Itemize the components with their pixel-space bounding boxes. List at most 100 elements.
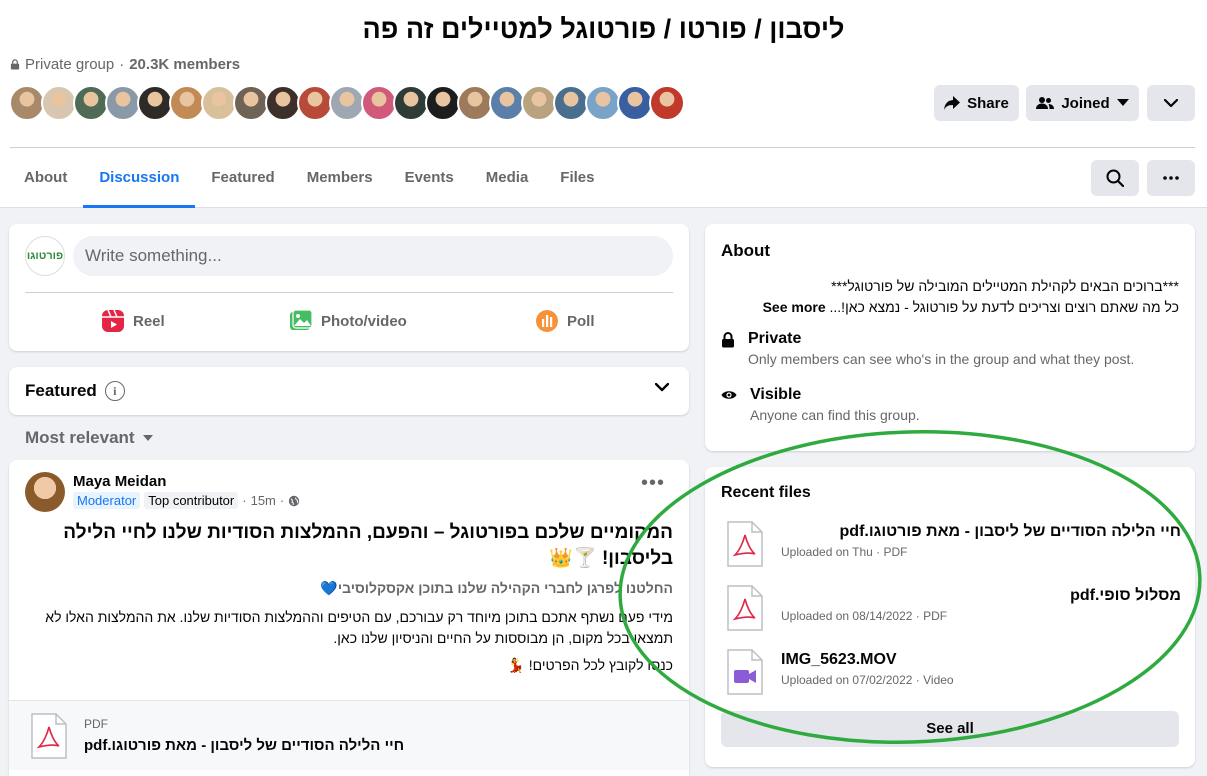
reel-button[interactable]: Reel xyxy=(101,306,165,336)
file-meta: Uploaded on 07/02/2022 · Video xyxy=(781,673,954,687)
share-icon xyxy=(944,96,961,110)
group-header: ליסבון / פורטו / פורטוגל למטיילים זה פה … xyxy=(0,0,1207,208)
photo-icon xyxy=(290,309,313,330)
post-headline: המקומיים שלכם בפורטוגל – והפעם, ההמלצות … xyxy=(63,522,673,569)
collapse-header-button[interactable] xyxy=(1147,85,1195,121)
tab-media[interactable]: Media xyxy=(470,150,545,208)
group-logo[interactable]: פורטוגו xyxy=(25,236,65,276)
see-all-files-button[interactable]: See all xyxy=(721,711,1179,747)
top-contributor-badge[interactable]: Top contributor xyxy=(144,492,239,509)
post-time[interactable]: 15m xyxy=(251,493,276,508)
member-avatar[interactable] xyxy=(73,85,109,121)
author-avatar[interactable] xyxy=(25,472,65,512)
file-name: IMG_5623.MOV xyxy=(781,651,897,668)
about-desc-line-2: כל מה שאתם רוצים וצריכים לדעת על פורטוגל… xyxy=(719,297,1179,318)
search-button[interactable] xyxy=(1091,160,1139,196)
member-avatar[interactable] xyxy=(105,85,141,121)
post-attachment[interactable]: PDF חיי הלילה הסודיים של ליסבון - מאת פו… xyxy=(9,700,689,770)
member-avatar[interactable] xyxy=(425,85,461,121)
member-avatar[interactable] xyxy=(553,85,589,121)
caret-down-icon xyxy=(1116,99,1129,106)
pdf-icon xyxy=(31,713,67,759)
member-avatar[interactable] xyxy=(617,85,653,121)
post-subline: החלטנו לפרגן לחברי הקהילה שלנו בתוכן אקס… xyxy=(320,580,673,596)
post-body: המקומיים שלכם בפורטוגל – והפעם, ההמלצות … xyxy=(39,520,673,674)
member-avatar[interactable] xyxy=(521,85,557,121)
share-button[interactable]: Share xyxy=(934,85,1019,121)
video-icon xyxy=(727,649,763,695)
tab-about[interactable]: About xyxy=(8,150,83,208)
eye-icon xyxy=(721,391,737,399)
member-avatar[interactable] xyxy=(361,85,397,121)
lock-icon xyxy=(722,332,734,348)
member-avatar[interactable] xyxy=(585,85,621,121)
private-title: Private xyxy=(748,330,802,347)
photo-video-label: Photo/video xyxy=(321,312,407,330)
chevron-down-icon xyxy=(1164,98,1178,107)
moderator-badge[interactable]: Moderator xyxy=(73,492,141,509)
search-icon xyxy=(1106,169,1124,187)
reel-label: Reel xyxy=(133,312,165,330)
visibility-row: Visible Anyone can find this group. xyxy=(721,386,920,423)
tab-members[interactable]: Members xyxy=(291,150,389,208)
meta-separator: · xyxy=(119,56,125,73)
attachment-type: PDF xyxy=(84,717,108,731)
member-avatar[interactable] xyxy=(393,85,429,121)
lock-icon xyxy=(10,59,20,70)
recent-files-title: Recent files xyxy=(721,484,811,501)
member-avatar[interactable] xyxy=(137,85,173,121)
member-avatar[interactable] xyxy=(489,85,525,121)
member-avatar[interactable] xyxy=(9,85,45,121)
file-meta: Uploaded on 08/14/2022 · PDF xyxy=(781,609,948,623)
tab-files[interactable]: Files xyxy=(544,150,610,208)
member-count[interactable]: 20.3K members xyxy=(129,56,240,73)
member-avatar[interactable] xyxy=(457,85,493,121)
featured-title: Featured i xyxy=(25,381,125,401)
member-avatar[interactable] xyxy=(41,85,77,121)
member-avatar[interactable] xyxy=(201,85,237,121)
member-avatar[interactable] xyxy=(649,85,685,121)
group-tabs: About Discussion Featured Members Events Medi… xyxy=(8,150,610,208)
post-more-options[interactable]: ••• xyxy=(641,473,665,493)
poll-button[interactable]: Poll xyxy=(535,306,595,336)
ellipsis-icon xyxy=(1163,176,1179,180)
post-author[interactable]: Maya Meidan xyxy=(73,473,166,490)
member-avatar[interactable] xyxy=(265,85,301,121)
write-something-input[interactable]: Write something... xyxy=(73,236,673,276)
file-item[interactable]: חיי הלילה הסודיים של ליסבון - מאת פורטוג… xyxy=(721,519,1181,571)
group-title[interactable]: ליסבון / פורטו / פורטוגל למטיילים זה פה xyxy=(0,14,1207,45)
caret-down-icon xyxy=(142,435,153,441)
sort-label: Most relevant xyxy=(25,428,135,447)
chevron-down-icon[interactable] xyxy=(655,383,669,392)
file-name: מסלול סופי.pdf xyxy=(1070,587,1181,604)
visible-title: Visible xyxy=(750,386,802,403)
pdf-icon xyxy=(727,585,763,631)
member-avatars[interactable] xyxy=(9,85,685,121)
member-avatar[interactable] xyxy=(233,85,269,121)
member-avatar[interactable] xyxy=(169,85,205,121)
photo-video-button[interactable]: Photo/video xyxy=(289,306,407,336)
member-avatar[interactable] xyxy=(297,85,333,121)
visible-description: Anyone can find this group. xyxy=(750,407,920,423)
member-avatar[interactable] xyxy=(329,85,365,121)
more-options-button[interactable] xyxy=(1147,160,1195,196)
author-badges: Moderator Top contributor · 15m · xyxy=(73,492,300,509)
tab-featured[interactable]: Featured xyxy=(195,150,290,208)
info-icon[interactable]: i xyxy=(104,381,125,401)
file-item[interactable]: מסלול סופי.pdf Uploaded on 08/14/2022 · … xyxy=(721,583,1181,635)
sort-dropdown[interactable]: Most relevant xyxy=(25,428,153,448)
featured-section[interactable]: Featured i xyxy=(9,367,689,415)
see-more-link[interactable]: See more xyxy=(763,299,826,315)
tab-discussion[interactable]: Discussion xyxy=(83,150,196,208)
group-meta: Private group · 20.3K members xyxy=(10,56,240,73)
post-composer: פורטוגו Write something... Reel Photo/vi… xyxy=(9,224,689,351)
recent-files-card: Recent files חיי הלילה הסודיים של ליסבון… xyxy=(705,467,1195,767)
about-desc-line-1: ***ברוכים הבאים לקהילת המטיילים המובילה … xyxy=(831,278,1179,294)
poll-icon xyxy=(536,310,558,332)
pdf-icon xyxy=(727,521,763,567)
post-paragraph: מידי פעם נשתף אתכם בתוכן מיוחד רק עבורכם… xyxy=(45,609,673,646)
tab-events[interactable]: Events xyxy=(389,150,470,208)
globe-icon xyxy=(289,495,300,506)
file-item[interactable]: IMG_5623.MOV Uploaded on 07/02/2022 · Vi… xyxy=(721,647,1181,699)
joined-button[interactable]: Joined xyxy=(1026,85,1139,121)
